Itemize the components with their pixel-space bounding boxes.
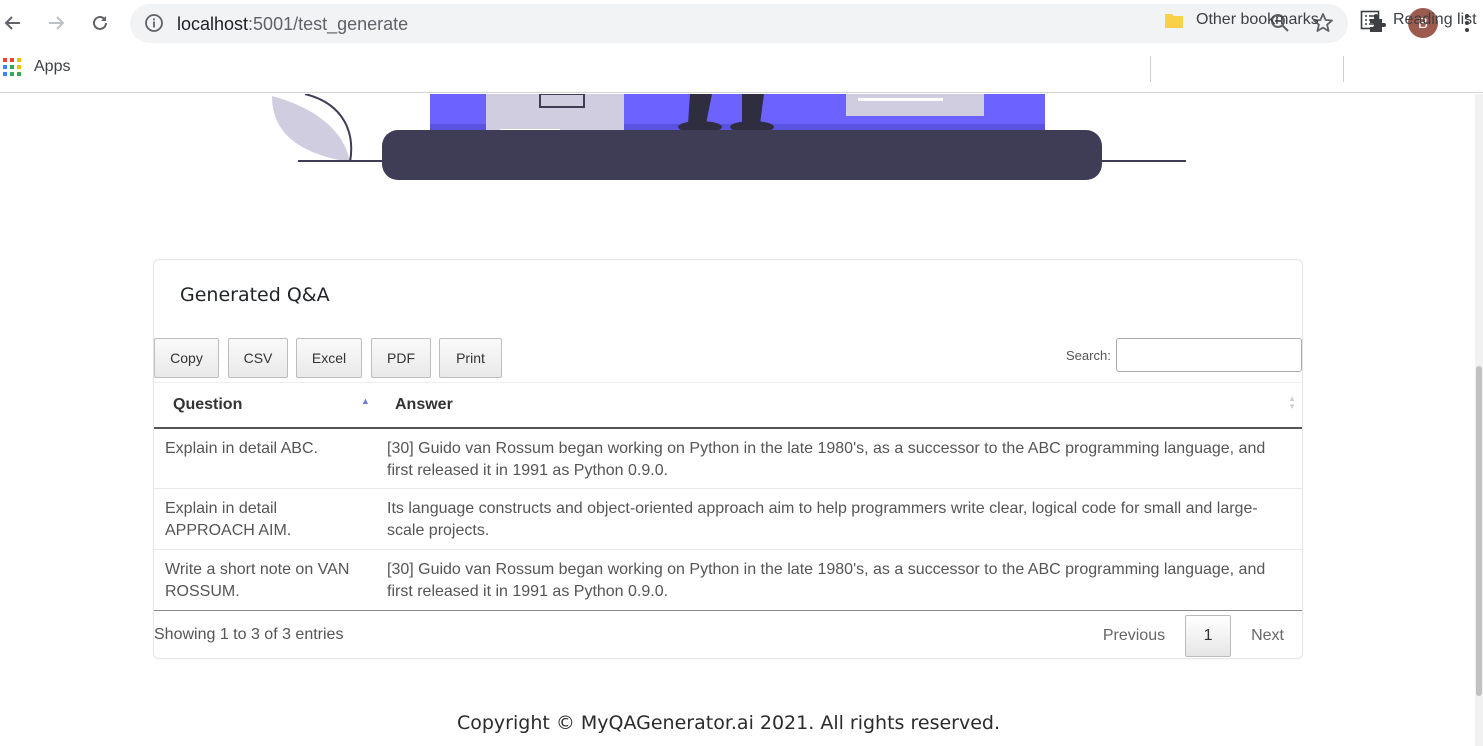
qa-table: Question ▲ Answer ▲ ▼ Explain in detail A… xyxy=(154,382,1302,611)
card-line xyxy=(858,98,943,101)
bookmark-apps[interactable]: Apps xyxy=(2,57,70,77)
table-row: Write a short note on VAN ROSSUM. [30] G… xyxy=(154,549,1302,611)
page-viewport: Generated Q&A Copy CSV Excel PDF Print S… xyxy=(0,94,1475,746)
column-header-answer[interactable]: Answer ▲ ▼ xyxy=(376,382,1302,429)
laptop-base xyxy=(382,130,1102,180)
column-header-question[interactable]: Question ▲ xyxy=(154,382,376,429)
footer-copyright: Copyright © MyQAGenerator.ai 2021. All r… xyxy=(456,712,1001,734)
reading-list-label: Reading list xyxy=(1393,11,1477,28)
column-label: Answer xyxy=(395,395,453,413)
print-button[interactable]: Print xyxy=(439,338,502,378)
answer-cell: [30] Guido van Rossum began working on P… xyxy=(376,427,1302,489)
qa-card: Generated Q&A Copy CSV Excel PDF Print S… xyxy=(153,259,1303,659)
csv-button[interactable]: CSV xyxy=(228,338,288,378)
reload-icon[interactable] xyxy=(87,10,113,36)
next-page-button[interactable]: Next xyxy=(1233,627,1302,645)
search-label: Search: xyxy=(1066,348,1111,363)
question-cell: Explain in detail APPROACH AIM. xyxy=(154,488,376,550)
folder-icon xyxy=(1165,14,1183,28)
forward-icon[interactable] xyxy=(43,10,69,36)
hero-illustration xyxy=(272,94,1186,180)
copy-button[interactable]: Copy xyxy=(154,338,219,378)
page-1-button[interactable]: 1 xyxy=(1185,615,1232,657)
pagination: Previous 1 Next xyxy=(1085,615,1302,657)
sort-ascending-icon: ▲ xyxy=(361,396,370,406)
back-icon[interactable] xyxy=(0,10,26,36)
bookmarks-bar: Apps xyxy=(0,47,1483,93)
url-host: localhost xyxy=(177,14,249,34)
answer-cell: Its language constructs and object-orien… xyxy=(376,488,1302,550)
table-info: Showing 1 to 3 of 3 entries xyxy=(154,626,344,643)
other-bookmarks-label: Other bookmarks xyxy=(1196,11,1319,28)
sort-both-icon: ▲ ▼ xyxy=(1288,394,1296,411)
question-cell: Explain in detail ABC. xyxy=(154,427,376,489)
scrollbar-thumb[interactable] xyxy=(1476,366,1482,696)
reading-list-button[interactable]: Reading list xyxy=(1360,10,1477,30)
url-path: :5001/test_generate xyxy=(248,14,409,34)
excel-button[interactable]: Excel xyxy=(296,338,362,378)
bookmarks-divider xyxy=(1343,56,1344,82)
column-label: Question xyxy=(173,395,243,413)
card-sheet xyxy=(846,94,984,116)
apps-label: Apps xyxy=(34,58,71,75)
reading-list-icon xyxy=(1360,10,1380,30)
bookmarks-divider xyxy=(1150,56,1151,82)
card-title: Generated Q&A xyxy=(180,284,330,306)
previous-page-button[interactable]: Previous xyxy=(1085,627,1183,645)
pdf-button[interactable]: PDF xyxy=(371,338,431,378)
site-info-icon[interactable] xyxy=(144,13,164,38)
question-cell: Write a short note on VAN ROSSUM. xyxy=(154,549,376,611)
search-input[interactable] xyxy=(1116,338,1302,372)
page-scrollbar[interactable] xyxy=(1475,94,1483,746)
url-text: localhost:5001/test_generate xyxy=(177,14,408,35)
apps-grid-icon xyxy=(3,58,21,76)
leaf-shape xyxy=(272,96,350,162)
table-header-row: Question ▲ Answer ▲ ▼ xyxy=(154,382,1302,429)
answer-cell: [30] Guido van Rossum began working on P… xyxy=(376,549,1302,611)
table-row: Explain in detail APPROACH AIM. Its lang… xyxy=(154,488,1302,550)
table-row: Explain in detail ABC. [30] Guido van Ro… xyxy=(154,427,1302,489)
bookmark-other-folder[interactable]: Other bookmarks xyxy=(1164,10,1319,30)
